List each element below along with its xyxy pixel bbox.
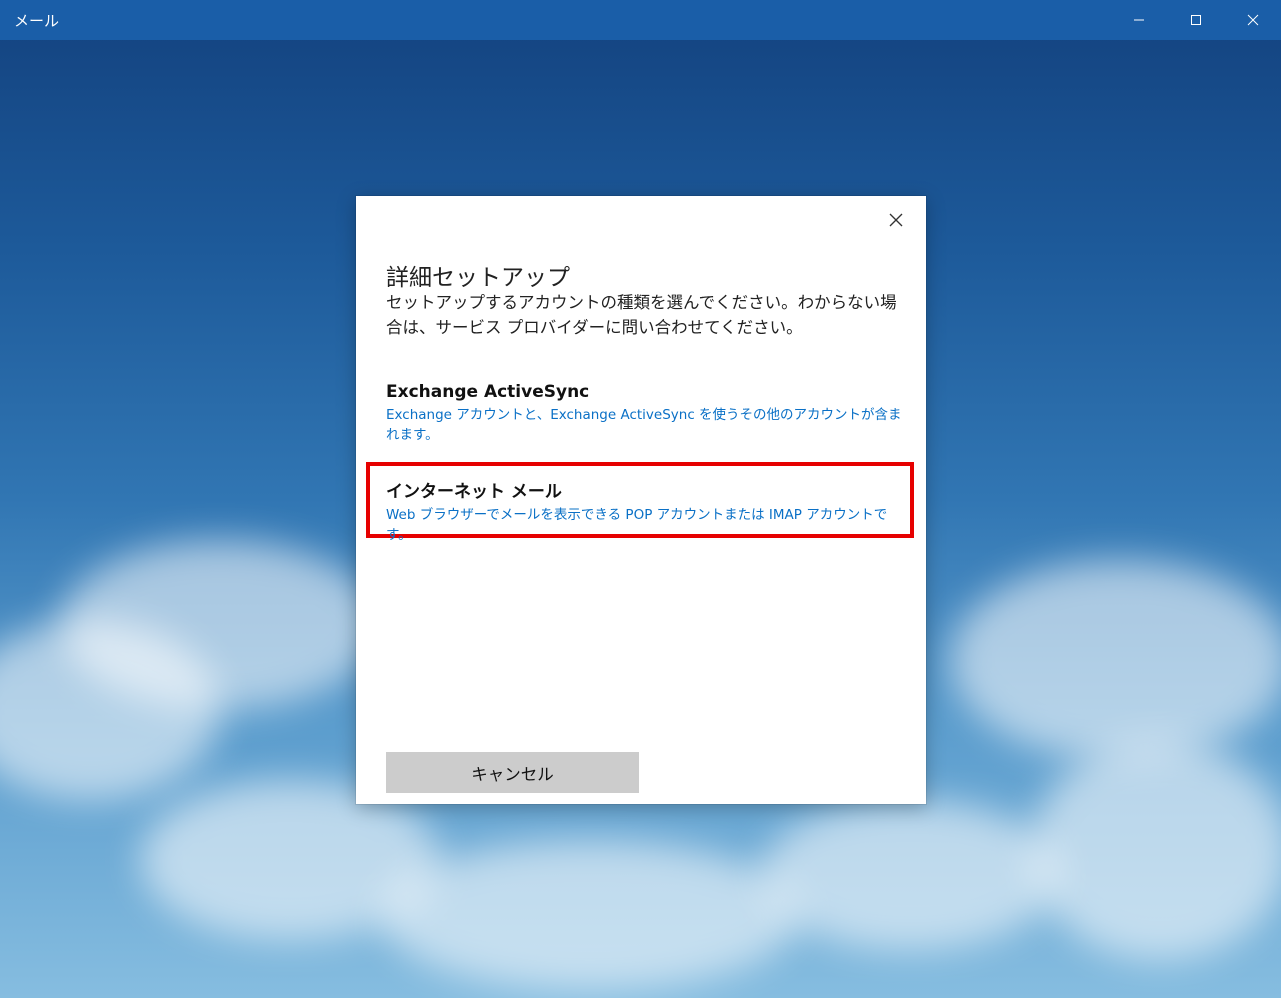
option-title: Exchange ActiveSync [386, 382, 590, 402]
maximize-icon[interactable] [1167, 0, 1224, 40]
option-description: Web ブラウザーでメールを表示できる POP アカウントまたは IMAP アカ… [386, 507, 888, 543]
option-exchange-activesync[interactable]: Exchange ActiveSync Exchange アカウントと、Exch… [386, 382, 906, 445]
background-cloud [1030, 740, 1281, 960]
option-description: Exchange アカウントと、Exchange ActiveSync を使うそ… [386, 407, 902, 443]
option-internet-mail[interactable]: インターネット メール Web ブラウザーでメールを表示できる POP アカウン… [386, 477, 906, 545]
option-title: インターネット メール [386, 482, 562, 502]
dialog-description: セットアップするアカウントの種類を選んでください。わからない場合は、サービス プ… [386, 293, 897, 337]
background-cloud [760, 800, 1060, 950]
dialog-title: 詳細セットアップ [386, 265, 570, 291]
background-cloud [380, 840, 800, 990]
minimize-icon[interactable] [1110, 0, 1167, 40]
cancel-button[interactable]: キャンセル [386, 752, 639, 793]
mail-window: メール 詳細セットアップ セットアップするアカウントの種類を選んでください。わか… [0, 0, 1281, 998]
window-title: メール [14, 11, 60, 30]
background-cloud [950, 560, 1281, 760]
close-icon[interactable] [1224, 0, 1281, 40]
advanced-setup-dialog: 詳細セットアップ セットアップするアカウントの種類を選んでください。わからない場… [356, 196, 926, 804]
dialog-close-icon[interactable] [884, 208, 908, 232]
title-bar: メール [0, 0, 1281, 40]
